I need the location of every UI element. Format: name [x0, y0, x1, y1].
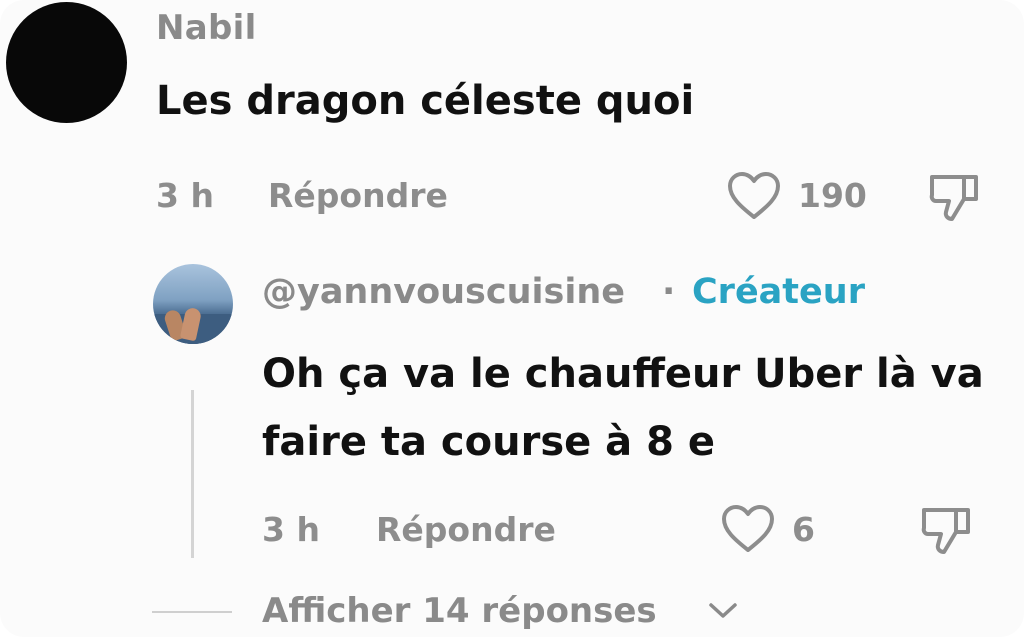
- avatar[interactable]: [6, 2, 127, 123]
- reply-avatar[interactable]: [153, 264, 233, 344]
- like-count: 190: [798, 176, 867, 215]
- comment-text: Les dragon céleste quoi: [156, 78, 695, 124]
- comment-thread: Nabil Les dragon céleste quoi 3 h Répond…: [0, 0, 1024, 637]
- reply-timestamp: 3 h: [262, 510, 320, 549]
- reply-to-reply-button[interactable]: Répondre: [376, 510, 556, 549]
- thumbs-down-icon[interactable]: [918, 502, 974, 556]
- creator-badge: Créateur: [692, 272, 865, 312]
- heart-outline-icon[interactable]: [726, 171, 782, 221]
- reply-like-count: 6: [792, 510, 815, 549]
- reply-button[interactable]: Répondre: [268, 176, 448, 215]
- reply-username[interactable]: @yannvouscuisine: [262, 272, 625, 312]
- reply-text: Oh ça va le chauffeur Uber là va faire t…: [262, 351, 984, 465]
- thread-line: [191, 390, 194, 558]
- show-replies-divider: [152, 611, 232, 613]
- thumbs-down-icon[interactable]: [926, 169, 982, 223]
- comment-timestamp: 3 h: [156, 176, 214, 215]
- heart-outline-icon[interactable]: [720, 504, 776, 554]
- show-replies-button[interactable]: Afficher 14 réponses: [262, 591, 657, 631]
- chevron-down-icon[interactable]: [706, 600, 740, 622]
- comment-username[interactable]: Nabil: [156, 8, 257, 48]
- username-separator: ·: [662, 272, 676, 312]
